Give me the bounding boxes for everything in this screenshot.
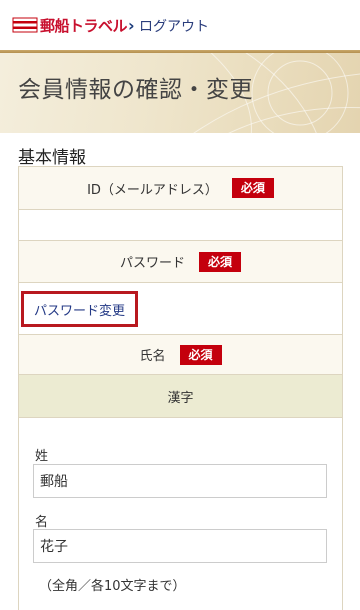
brand-name: 郵船トラベル: [40, 16, 128, 35]
basic-info-form: ID（メールアドレス） 必須 パスワード 必須 パスワード変更 氏名 必須 漢字…: [18, 166, 343, 610]
password-label: パスワード: [119, 256, 185, 271]
brand-logo[interactable]: 郵船トラベル ›: [12, 12, 135, 38]
chevron-right-icon: ›: [128, 15, 135, 35]
required-badge: 必須: [231, 178, 274, 198]
name-label: 氏名: [139, 349, 166, 364]
name-header-row: 氏名 必須: [19, 335, 342, 375]
page-title: 会員情報の確認・変更: [18, 77, 253, 103]
kanji-label: 漢字: [167, 390, 194, 406]
required-badge: 必須: [179, 344, 222, 365]
name-input-note: （全角／各10文字まで）: [39, 579, 186, 594]
site-header: 郵船トラベル › ログアウト: [0, 0, 360, 52]
flag-icon: [12, 17, 38, 33]
last-name-input[interactable]: [33, 464, 327, 498]
section-title: 基本情報: [18, 148, 86, 168]
id-header-row: ID（メールアドレス） 必須: [19, 167, 342, 210]
id-label: ID（メールアドレス）: [87, 182, 218, 198]
first-name-input[interactable]: [33, 529, 327, 563]
required-badge: 必須: [199, 251, 242, 272]
first-name-label: 名: [35, 515, 49, 530]
last-name-label: 姓: [35, 449, 49, 464]
change-password-link[interactable]: パスワード変更: [21, 291, 138, 327]
password-header-row: パスワード 必須: [19, 241, 342, 283]
kanji-subheader-row: 漢字: [19, 375, 342, 418]
id-value-row: [19, 210, 342, 241]
page-banner: 会員情報の確認・変更: [0, 53, 360, 133]
logout-link[interactable]: ログアウト: [139, 16, 209, 36]
